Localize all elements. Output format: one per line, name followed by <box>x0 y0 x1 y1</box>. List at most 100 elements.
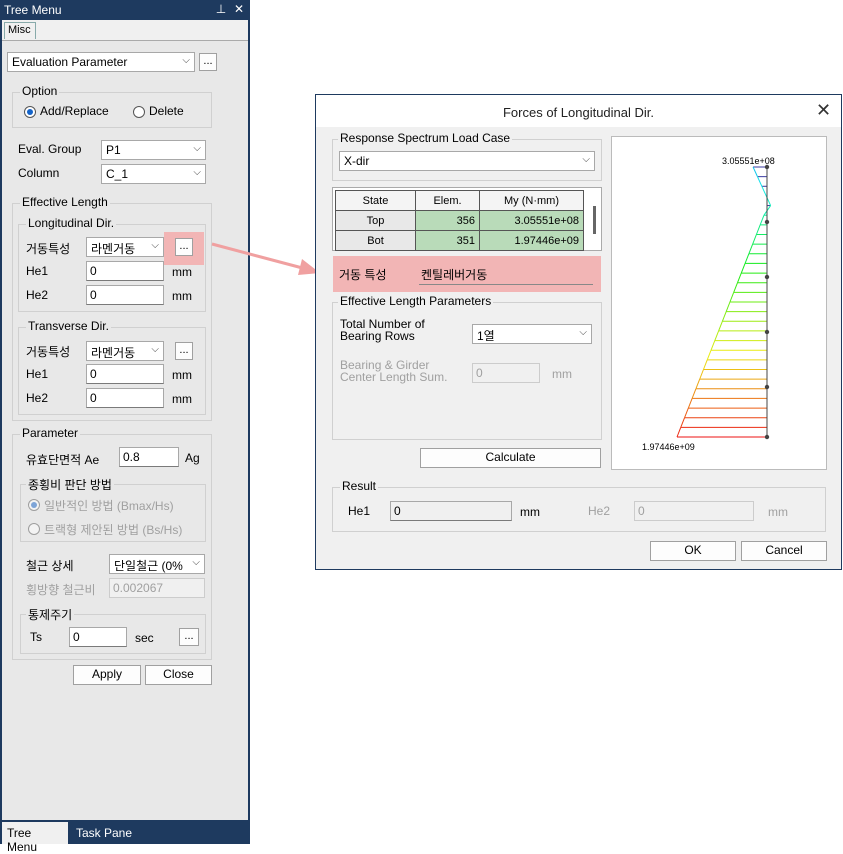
node-point <box>764 219 770 225</box>
moment-outline-segment <box>691 388 697 399</box>
close-icon[interactable]: ✕ <box>816 100 831 121</box>
ts-more-button[interactable]: ... <box>179 628 199 646</box>
bg-label-2: Center Length Sum. <box>340 370 448 384</box>
long-geodong-select[interactable]: 라멘거동 ⌵ <box>86 237 164 257</box>
result-he1-label: He1 <box>348 504 371 518</box>
evaluation-parameter-select[interactable]: Evaluation Parameter ⌵ <box>7 52 195 72</box>
table-header: My (N·mm) <box>479 190 584 211</box>
moment-outline-segment <box>676 427 682 438</box>
column-select[interactable]: C_1 ⌵ <box>101 164 206 184</box>
rebar-value: 단일철근 (0% <box>114 559 183 573</box>
chevron-down-icon: ⌵ <box>582 154 590 165</box>
geodong-highlight: 거동 특성 켄틸레버거동 <box>333 256 601 292</box>
ts-input[interactable]: 0 <box>69 627 127 647</box>
table-cell: 356 <box>415 210 480 231</box>
trans-he1-input[interactable]: 0 <box>86 364 164 384</box>
node-point <box>764 274 770 280</box>
tree-menu-titlebar: Tree Menu ⊥ ✕ <box>0 0 250 20</box>
delete-label: Delete <box>149 104 184 118</box>
rows-select[interactable]: 1열 ⌵ <box>472 324 592 344</box>
trans-geodong-more-button[interactable]: ... <box>175 342 193 360</box>
table-row[interactable]: Bot 351 1.97446e+09 <box>335 230 584 251</box>
top-value-label: 3.05551e+08 <box>722 156 775 166</box>
rows-value: 1열 <box>477 329 495 343</box>
apply-button[interactable]: Apply <box>73 665 141 685</box>
chevron-down-icon: ⌵ <box>192 557 200 568</box>
table-header: State <box>335 190 416 211</box>
long-he2-label: He2 <box>26 288 49 302</box>
tab-task-pane[interactable]: Task Pane <box>76 826 132 840</box>
moment-outline-segment <box>687 398 693 409</box>
moment-outline-segment <box>703 359 708 370</box>
add-replace-radio[interactable] <box>24 106 36 118</box>
trans-he2-input[interactable]: 0 <box>86 388 164 408</box>
cancel-button[interactable]: Cancel <box>741 541 827 561</box>
dialog-title: Forces of Longitudinal Dir. <box>502 105 655 120</box>
table-row[interactable]: Top 356 3.05551e+08 <box>335 210 584 231</box>
moment-outline-segment <box>748 243 754 254</box>
rows-label-2: Bearing Rows <box>340 329 415 343</box>
trans-he2-unit: mm <box>172 392 192 406</box>
transverse-label: Transverse Dir. <box>26 319 111 333</box>
eval-group-label: Eval. Group <box>18 142 82 156</box>
table-cell: Bot <box>335 230 416 251</box>
delete-radio[interactable] <box>133 106 145 118</box>
long-he2-unit: mm <box>172 289 192 303</box>
moment-outline-segment <box>737 272 742 283</box>
eval-group-select[interactable]: P1 ⌵ <box>101 140 206 160</box>
trans-geodong-select[interactable]: 라멘거동 ⌵ <box>86 341 164 361</box>
table-scrollbar[interactable] <box>593 206 596 234</box>
moment-outline-segment <box>757 176 763 187</box>
moment-outline-segment <box>718 321 723 332</box>
evaluation-more-button[interactable]: ... <box>199 53 217 71</box>
effective-length-label: Effective Length <box>20 195 110 209</box>
moment-outline-segment <box>695 378 701 389</box>
result-he2-unit: mm <box>768 505 788 519</box>
ratio-opt1-radio[interactable] <box>28 499 40 511</box>
long-geodong-value: 라멘거동 <box>91 242 136 256</box>
pointer-arrow <box>211 242 320 275</box>
long-he1-input[interactable]: 0 <box>86 261 164 281</box>
chevron-down-icon: ⌵ <box>151 344 159 355</box>
table-cell: 351 <box>415 230 480 251</box>
moment-outline-segment <box>744 253 750 264</box>
result-he2-label: He2 <box>588 504 611 518</box>
long-he2-input[interactable]: 0 <box>86 285 164 305</box>
moment-outline-segment <box>710 340 716 351</box>
moment-outline-segment <box>752 166 758 177</box>
forces-table-panel: State Elem. My (N·mm) Top 356 3.05551e+0… <box>332 187 602 251</box>
chevron-down-icon: ⌵ <box>193 167 201 178</box>
moment-outline-segment <box>714 330 720 341</box>
long-geodong-more-button[interactable]: ... <box>175 238 193 256</box>
tree-menu-title: Tree Menu <box>4 3 62 17</box>
moment-outline-segment <box>752 234 757 245</box>
pin-icon[interactable]: ⊥ <box>214 2 228 16</box>
bg-input: 0 <box>472 363 540 383</box>
tab-tree-menu[interactable]: Tree Menu <box>2 822 68 854</box>
ok-button[interactable]: OK <box>650 541 736 561</box>
option-group-label: Option <box>20 84 60 98</box>
close-button[interactable]: Close <box>145 665 212 685</box>
trans-he2-label: He2 <box>26 391 49 405</box>
rebar-select[interactable]: 단일철근 (0% ⌵ <box>109 554 205 574</box>
chevron-down-icon: ⌵ <box>193 143 201 154</box>
moment-outline-segment <box>755 224 761 235</box>
tab-misc[interactable]: Misc <box>4 22 36 39</box>
long-he1-unit: mm <box>172 265 192 279</box>
table-cell: 1.97446e+09 <box>479 230 584 251</box>
moment-outline-segment <box>761 186 767 197</box>
ts-label: Ts <box>30 630 42 644</box>
forces-table: State Elem. My (N·mm) Top 356 3.05551e+0… <box>335 190 584 251</box>
trans-geodong-label: 거동특성 <box>26 345 71 359</box>
rs-select[interactable]: X-dir ⌵ <box>339 151 595 171</box>
moment-chart-svg: 3.05551e+08 1.97446e+09 <box>642 156 775 452</box>
moment-outline-segment <box>759 215 765 226</box>
ae-unit: Ag <box>185 451 200 465</box>
ratio-opt2-radio[interactable] <box>28 523 40 535</box>
ae-label: 유효단면적 Ae <box>26 453 100 467</box>
trans-geodong-value: 라멘거동 <box>91 346 136 360</box>
ae-input[interactable]: 0.8 <box>119 447 179 467</box>
longitudinal-label: Longitudinal Dir. <box>26 216 117 230</box>
close-icon[interactable]: ✕ <box>232 2 246 16</box>
calculate-button[interactable]: Calculate <box>420 448 601 468</box>
